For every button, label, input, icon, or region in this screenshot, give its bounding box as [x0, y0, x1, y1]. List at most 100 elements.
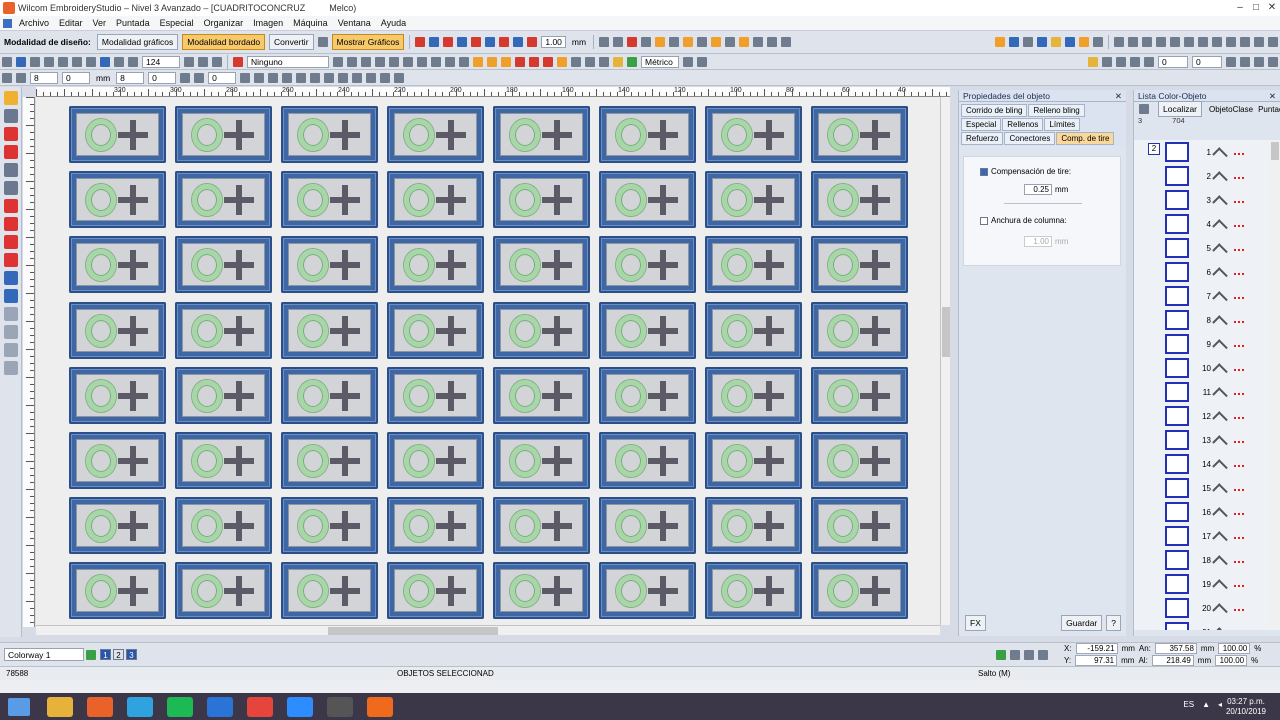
color-swatch[interactable] — [1165, 598, 1189, 618]
stitch-type-icon[interactable] — [333, 56, 343, 67]
stitch-tool-icon[interactable] — [4, 127, 18, 141]
chrome-icon[interactable] — [247, 696, 273, 717]
embroidery-patch[interactable] — [599, 497, 696, 555]
toggle-icon[interactable] — [1212, 37, 1222, 47]
embroidery-patch[interactable] — [281, 301, 378, 359]
media-player-icon[interactable] — [87, 696, 113, 717]
embroidery-patch[interactable] — [493, 432, 590, 489]
view-toggle-icon[interactable] — [995, 37, 1005, 47]
align-middle-icon[interactable] — [725, 37, 736, 47]
design-canvas[interactable] — [36, 97, 940, 625]
frame-icon[interactable] — [781, 37, 792, 47]
menu-organizar[interactable]: Organizar — [199, 18, 249, 28]
x-value[interactable]: -159.21 — [1075, 642, 1118, 654]
align-right-icon[interactable] — [683, 37, 694, 47]
color-object-row[interactable]: 13 — [1134, 428, 1264, 452]
embroidery-patch[interactable] — [387, 562, 484, 620]
embroidery-patch[interactable] — [493, 366, 590, 424]
embroidery-patch[interactable] — [599, 432, 696, 489]
fill-tool-icon[interactable] — [4, 235, 18, 249]
tool-icon[interactable] — [1254, 56, 1264, 67]
color-list-scrollbar[interactable] — [1270, 140, 1280, 630]
embroidery-patch[interactable] — [811, 432, 908, 489]
embroidery-patch[interactable] — [175, 171, 272, 229]
embroidery-patch[interactable] — [811, 106, 908, 163]
stitch-type-icon[interactable] — [389, 56, 399, 67]
zoom-box-icon[interactable] — [198, 56, 208, 67]
embroidery-patch[interactable] — [69, 106, 166, 163]
color-swatch[interactable] — [1165, 310, 1189, 330]
color-swatch[interactable] — [1165, 286, 1189, 306]
embroidery-patch[interactable] — [69, 432, 166, 489]
zoom-icon[interactable] — [128, 56, 138, 67]
embroidery-patch[interactable] — [705, 497, 802, 555]
nudge-icon[interactable] — [16, 72, 26, 83]
undo-icon[interactable] — [100, 56, 110, 67]
mirror-icon[interactable] — [352, 72, 363, 83]
color-object-row[interactable]: 12 — [1134, 404, 1264, 428]
embroidery-patch[interactable] — [705, 236, 802, 294]
save-button[interactable]: Guardar — [1061, 615, 1103, 631]
step-icon[interactable] — [1024, 649, 1034, 660]
embroidery-patch[interactable] — [811, 497, 908, 555]
mirror-icon[interactable] — [380, 72, 391, 83]
color-active-icon[interactable] — [1079, 37, 1089, 47]
scroll-thumb[interactable] — [328, 627, 498, 635]
step-icon[interactable] — [1010, 649, 1020, 660]
cut-icon[interactable] — [58, 56, 68, 67]
embroidery-patch[interactable] — [69, 497, 166, 555]
embroidery-patch[interactable] — [387, 432, 484, 489]
embroidery-patch[interactable] — [281, 366, 378, 424]
embroidery-patch[interactable] — [175, 497, 272, 555]
zoom-input[interactable]: 124 — [142, 55, 180, 68]
effects-icon[interactable] — [627, 56, 637, 67]
embroidery-patch[interactable] — [281, 236, 378, 294]
stitch-blue-icon[interactable] — [429, 37, 440, 47]
rotate-icon[interactable] — [180, 72, 191, 83]
monogram-tool-icon[interactable] — [4, 289, 18, 303]
stitch-type-icon[interactable] — [375, 56, 385, 67]
embroidery-patch[interactable] — [175, 562, 272, 620]
embroidery-patch[interactable] — [387, 301, 484, 359]
stitch-type-icon[interactable] — [417, 56, 427, 67]
lettering-tool-icon[interactable] — [4, 271, 18, 285]
menu-ventana[interactable]: Ventana — [333, 18, 376, 28]
embroidery-patch[interactable] — [705, 562, 802, 620]
embroidery-patch[interactable] — [281, 432, 378, 489]
tab-bling-run[interactable]: Corrido de bling — [961, 104, 1028, 117]
embroidery-patch[interactable] — [493, 497, 590, 555]
panel-close-icon[interactable]: ✕ — [1115, 91, 1122, 101]
transform-icon[interactable] — [613, 37, 624, 47]
h-value[interactable]: 218.49 — [1151, 654, 1194, 666]
pos-input-3[interactable]: 8 — [116, 71, 145, 84]
open-file-icon[interactable] — [16, 56, 26, 67]
effects-icon[interactable] — [599, 56, 609, 67]
color-swatch[interactable] — [1165, 430, 1189, 450]
color-object-row[interactable]: 9 — [1134, 332, 1264, 356]
color-swatch[interactable] — [1165, 526, 1189, 546]
color-object-row[interactable]: 5 — [1134, 236, 1264, 260]
stitch-tool-icon[interactable] — [4, 145, 18, 159]
globe-icon[interactable] — [317, 37, 328, 47]
convert-button[interactable]: Convertir — [269, 34, 314, 50]
stitch-blue-icon[interactable] — [457, 37, 468, 47]
color-swatch[interactable] — [1165, 262, 1189, 282]
toggle-icon[interactable] — [1128, 37, 1138, 47]
view-icon[interactable] — [1009, 37, 1019, 47]
menu-puntada[interactable]: Puntada — [111, 18, 155, 28]
canvas-vertical-scrollbar[interactable] — [940, 97, 950, 625]
tab-fills[interactable]: Rellenos — [1002, 118, 1044, 131]
canvas-horizontal-scrollbar[interactable] — [36, 625, 940, 635]
panel-close-icon[interactable]: ✕ — [1269, 91, 1276, 101]
stitch-red-icon[interactable] — [527, 37, 538, 47]
maximize-button[interactable]: □ — [1248, 0, 1264, 16]
embroidery-patch[interactable] — [387, 366, 484, 424]
stitch-type-icon[interactable] — [445, 56, 455, 67]
fx-button[interactable]: FX — [965, 615, 986, 631]
column-width-checkbox[interactable] — [980, 216, 988, 225]
value-input-2[interactable]: 0 — [1192, 55, 1222, 68]
units-icon[interactable] — [683, 56, 693, 67]
minimize-button[interactable]: – — [1232, 0, 1248, 16]
menu-ver[interactable]: Ver — [88, 18, 112, 28]
tool-icon[interactable] — [1144, 56, 1154, 67]
